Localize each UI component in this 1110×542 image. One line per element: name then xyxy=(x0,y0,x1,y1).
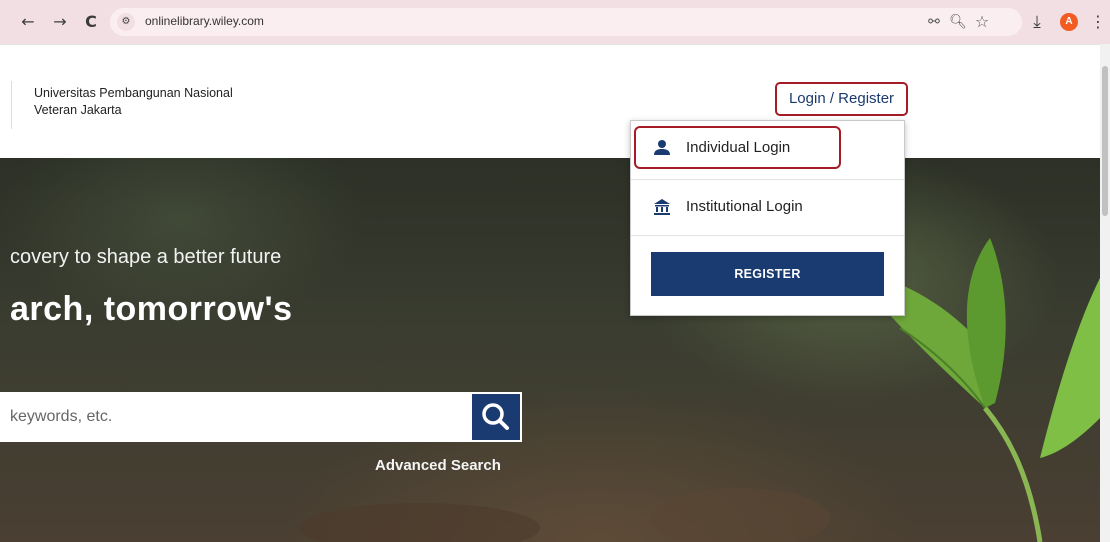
url-text[interactable]: onlinelibrary.wiley.com xyxy=(145,14,264,28)
login-dropdown: Individual Login Institutional Login REG… xyxy=(630,120,905,316)
profile-avatar[interactable]: A xyxy=(1060,13,1078,31)
forward-icon[interactable]: → xyxy=(50,12,70,32)
individual-login-label: Individual Login xyxy=(686,139,791,156)
institutional-login-item[interactable]: Institutional Login xyxy=(631,179,904,235)
site-info-icon[interactable]: ⚙ xyxy=(117,13,135,31)
download-icon[interactable]: ⤓ xyxy=(1027,12,1047,32)
back-icon[interactable]: ← xyxy=(18,12,38,32)
reload-icon[interactable]: C xyxy=(81,12,101,32)
search-button[interactable] xyxy=(470,392,522,442)
search-input[interactable] xyxy=(0,392,470,442)
hero-title: arch, tomorrow's xyxy=(10,290,293,328)
hero-subtitle: covery to shape a better future xyxy=(10,246,282,268)
institution-name-line2: Veteran Jakarta xyxy=(34,103,122,117)
browser-menu-icon[interactable]: ⋮ xyxy=(1090,12,1106,32)
institution-name: Universitas Pembangunan Nasional Veteran… xyxy=(34,85,233,119)
institution-divider xyxy=(11,81,12,129)
search-icon xyxy=(482,403,509,430)
site-header: Universitas Pembangunan Nasional Veteran… xyxy=(0,44,1100,158)
plant-illustration xyxy=(300,238,1100,542)
dropdown-divider xyxy=(631,235,904,236)
address-bar[interactable]: ⚙ onlinelibrary.wiley.com ⚯ 🔍︎ ☆ xyxy=(110,8,1022,36)
institution-name-line1: Universitas Pembangunan Nasional xyxy=(34,86,233,100)
login-register-link[interactable]: Login / Register xyxy=(775,82,908,116)
institutional-login-label: Institutional Login xyxy=(686,198,803,215)
advanced-search-link[interactable]: Advanced Search xyxy=(375,457,501,474)
user-icon xyxy=(654,140,670,155)
scrollbar-thumb[interactable] xyxy=(1102,66,1108,216)
zoom-icon[interactable]: 🔍︎ xyxy=(948,12,968,32)
register-button[interactable]: REGISTER xyxy=(651,252,884,296)
institution-building-icon xyxy=(654,199,670,215)
hero-banner: covery to shape a better future arch, to… xyxy=(0,158,1100,542)
password-key-icon[interactable]: ⚯ xyxy=(924,12,944,32)
individual-login-item[interactable]: Individual Login xyxy=(631,121,904,177)
browser-toolbar: ← → C ⚙ onlinelibrary.wiley.com ⚯ 🔍︎ ☆ ⤓… xyxy=(0,0,1110,44)
bookmark-star-icon[interactable]: ☆ xyxy=(972,12,992,32)
page-scrollbar[interactable] xyxy=(1100,44,1110,542)
